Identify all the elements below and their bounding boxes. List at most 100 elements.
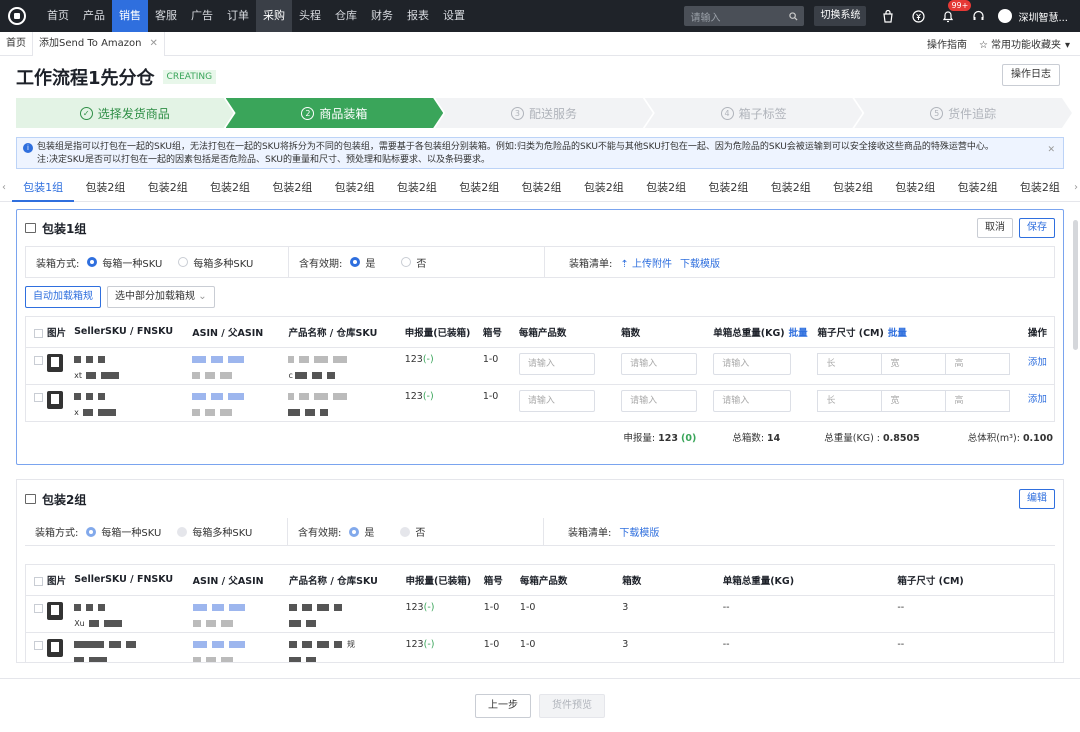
cancel-button[interactable]: 取消	[977, 218, 1013, 238]
edit-button[interactable]: 编辑	[1019, 489, 1055, 509]
close-alert-icon[interactable]: ✕	[1047, 144, 1055, 157]
operation-guide-link[interactable]: 操作指南	[927, 36, 967, 51]
group-1-summary: 申报量: 123 (0) 总箱数: 14 总重量(KG) : 0.8505 总体…	[25, 422, 1055, 452]
tab-add-send-to-amazon[interactable]: 添加Send To Amazon ✕	[32, 31, 165, 56]
upload-attachment-link[interactable]: ⇡ 上传附件	[620, 255, 672, 270]
package-group-tab[interactable]: 包装2组	[573, 174, 635, 202]
package-group-tab[interactable]: 包装2组	[137, 174, 199, 202]
app-logo-icon[interactable]	[8, 7, 26, 25]
row-checkbox[interactable]	[34, 604, 43, 613]
package-group-tab[interactable]: 包装2组	[74, 174, 136, 202]
currency-icon[interactable]	[910, 8, 926, 24]
batch-link[interactable]: 批量	[789, 328, 808, 339]
chevron-right-icon[interactable]: ›	[1074, 182, 1078, 193]
nav-item[interactable]: 首页	[40, 0, 76, 32]
nav-item[interactable]: 广告	[184, 0, 220, 32]
package-group-tab[interactable]: 包装2组	[323, 174, 385, 202]
per-box-qty: 1-0	[519, 638, 536, 650]
box-number: 1-0	[483, 601, 500, 613]
height-input[interactable]: 高	[945, 352, 1011, 375]
package-group-tab[interactable]: 包装2组	[635, 174, 697, 202]
nav-item[interactable]: 销售	[112, 0, 148, 32]
asin-cell	[192, 347, 289, 385]
package-group-tab[interactable]: 包装2组	[822, 174, 884, 202]
sku-fragment: x	[74, 407, 79, 417]
nav-item[interactable]: 客服	[148, 0, 184, 32]
package-group-tab[interactable]: 包装2组	[1009, 174, 1071, 202]
chevron-left-icon[interactable]: ‹	[2, 182, 6, 193]
radio-expiry-no[interactable]	[401, 257, 412, 267]
save-button[interactable]: 保存	[1019, 218, 1055, 238]
package-group-tab[interactable]: 包装2组	[448, 174, 510, 202]
package-group-tab[interactable]: 包装2组	[261, 174, 323, 202]
column-header-label: ASIN / 父ASIN	[192, 327, 264, 339]
add-link[interactable]: 添加	[1028, 394, 1047, 405]
download-template-link[interactable]: 下载模版	[680, 255, 720, 270]
declared-qty: 123	[404, 390, 423, 402]
headset-support-icon[interactable]	[970, 8, 986, 24]
switch-system-button[interactable]: 切换系统	[814, 6, 867, 26]
download-template-link[interactable]: 下载模版	[619, 524, 659, 539]
dimension-inputs: 长宽高	[817, 389, 1011, 412]
per-box-input[interactable]: 请输入	[518, 389, 595, 412]
row-checkbox[interactable]	[34, 356, 43, 365]
column-header-label: SellerSKU / FNSKU	[74, 574, 174, 586]
per-box-input[interactable]: 请输入	[518, 352, 595, 375]
weight-input[interactable]: 请输入	[713, 389, 792, 412]
step-label: 选择发货商品	[97, 106, 170, 121]
favorites-menu[interactable]: ☆ 常用功能收藏夹 ▾	[979, 36, 1070, 51]
nav-item[interactable]: 仓库	[328, 0, 364, 32]
nav-item[interactable]: 订单	[220, 0, 256, 32]
batch-link[interactable]: 批量	[888, 328, 907, 339]
nav-item[interactable]: 产品	[76, 0, 112, 32]
row-checkbox[interactable]	[34, 393, 43, 402]
add-link[interactable]: 添加	[1028, 357, 1047, 368]
radio-pack-one-sku[interactable]	[87, 257, 98, 267]
group-1-options: 装箱方式: 每箱一种SKU 每箱多种SKU 含有效期: 是 否 装箱清单: ⇡ …	[25, 246, 1055, 278]
nav-item[interactable]: 采购	[256, 0, 292, 32]
height-input[interactable]: 高	[945, 389, 1011, 412]
table-row: xt c 123(-) 1-0 请输入 请输入 请输入长宽高添加	[26, 347, 1054, 385]
radio-pack-multi-sku[interactable]	[178, 257, 189, 267]
radio-expiry-yes[interactable]	[350, 257, 361, 267]
width-input[interactable]: 宽	[881, 389, 947, 412]
nav-item[interactable]: 财务	[364, 0, 400, 32]
box-count-input[interactable]: 请输入	[621, 389, 698, 412]
row-checkbox[interactable]	[34, 641, 43, 650]
previous-step-button[interactable]: 上一步	[475, 693, 531, 718]
search-icon[interactable]	[789, 11, 798, 21]
company-name[interactable]: 深圳智慧...	[1018, 9, 1068, 24]
nav-item[interactable]: 报表	[400, 0, 436, 32]
package-group-tab[interactable]: 包装2组	[760, 174, 822, 202]
auto-load-box-spec-button[interactable]: 自动加载箱规	[25, 286, 101, 308]
package-group-tab[interactable]: 包装2组	[697, 174, 759, 202]
column-header-label: 单箱总重量(KG)	[713, 327, 785, 339]
box-count-input[interactable]: 请输入	[621, 352, 698, 375]
tab-home[interactable]: 首页	[0, 32, 32, 56]
close-tab-icon[interactable]: ✕	[150, 38, 158, 49]
operation-log-button[interactable]: 操作日志	[1002, 64, 1060, 86]
notification-bell-icon[interactable]: 99+	[940, 0, 972, 24]
package-group-tab[interactable]: 包装2组	[510, 174, 572, 202]
shopping-bag-icon[interactable]	[880, 8, 896, 24]
weight-input[interactable]: 请输入	[713, 352, 792, 375]
global-search-input[interactable]: 请输入	[684, 6, 805, 26]
nav-item[interactable]: 头程	[292, 0, 328, 32]
select-all-checkbox[interactable]	[34, 328, 43, 338]
load-selected-box-spec-dropdown[interactable]: 选中部分加载箱规 ⌄	[107, 286, 215, 308]
package-group-tab[interactable]: 包装2组	[946, 174, 1008, 202]
package-group-tab[interactable]: 包装2组	[199, 174, 261, 202]
page-scrollbar[interactable]	[1073, 220, 1078, 350]
select-all-checkbox[interactable]	[34, 576, 43, 586]
package-group-tab[interactable]: 包装2组	[386, 174, 448, 202]
package-group-tab[interactable]: 包装1组	[12, 174, 75, 202]
length-input[interactable]: 长	[817, 352, 883, 375]
nav-item[interactable]: 设置	[436, 0, 472, 32]
length-input[interactable]: 长	[817, 389, 883, 412]
image-cell	[26, 595, 75, 633]
column-header: 箱号	[482, 317, 519, 348]
width-input[interactable]: 宽	[881, 352, 947, 375]
user-avatar[interactable]	[998, 9, 1013, 23]
package-group-tab[interactable]: 包装2组	[884, 174, 946, 202]
search-placeholder: 请输入	[690, 12, 721, 24]
